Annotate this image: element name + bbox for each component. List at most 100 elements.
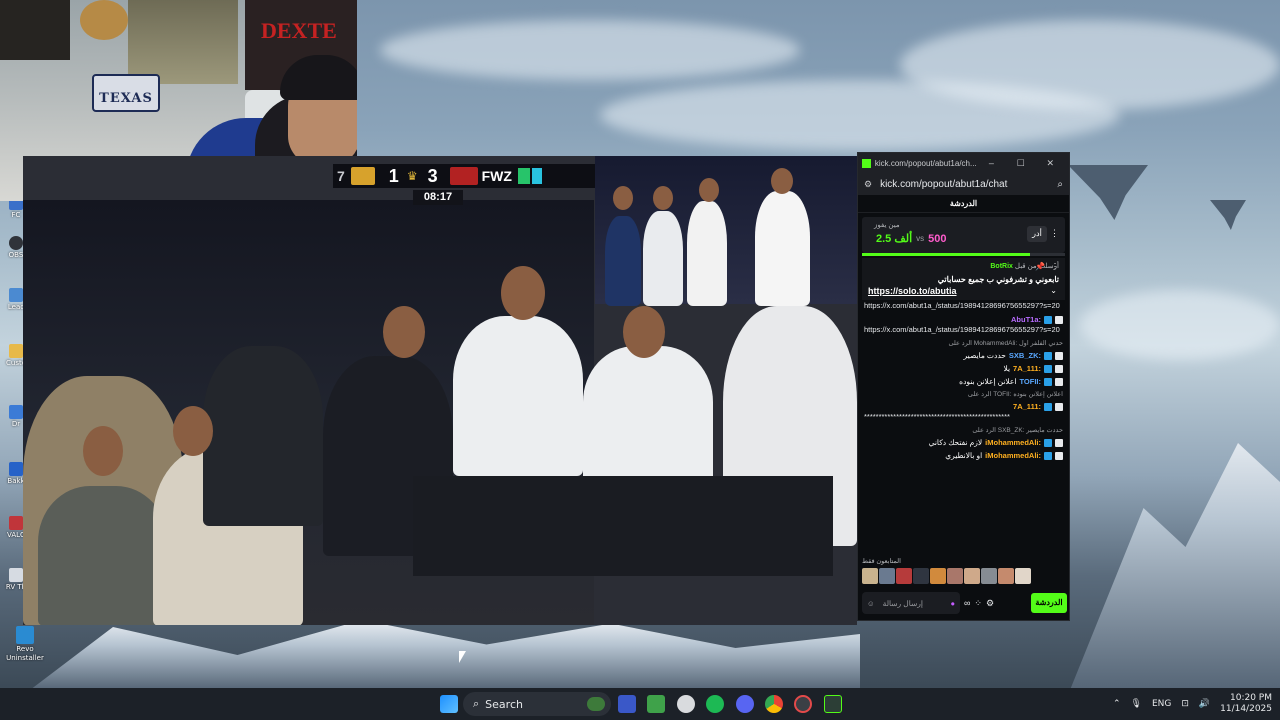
infinity-icon[interactable]: ∞ [964,598,970,608]
mic-icon[interactable]: ● [950,599,955,608]
chat-input-placeholder[interactable]: إرسال رسالة [883,599,923,608]
chevron-up-icon[interactable]: ⌃ [1113,699,1121,709]
revo-uninstaller-icon [16,626,34,644]
reply-context: الرد على MohammedAli: حدني الفلفر اول [948,340,1063,347]
avatar[interactable] [930,568,946,584]
folder-icon [9,344,23,358]
chat-link-text[interactable]: https://x.com/abut1a_/status/19894128696… [864,300,1063,311]
chat-link-text[interactable]: ****************************************… [864,411,1063,422]
avatar[interactable] [998,568,1014,584]
chat-username[interactable]: AbuT1a: [1011,315,1041,324]
pinned-user[interactable]: BotRix [990,263,1013,270]
chat-message[interactable]: اعلانن إعلانن بنوده TOFII: [864,377,1063,386]
avatar[interactable] [981,568,997,584]
kick-taskbar-icon[interactable] [824,695,842,713]
kick-chat-window[interactable]: kick.com/popout/abut1a/ch... – ☐ ✕ ⚙ kic… [857,152,1070,621]
more-options-icon[interactable]: ⋮ [1051,262,1059,271]
chrome-icon[interactable] [765,695,783,713]
chat-username[interactable]: SXB_ZK: [1009,351,1041,360]
badge-icon [1044,351,1052,360]
prediction-right-value: 500 [928,232,947,245]
face [383,306,425,358]
pinned-message[interactable]: BotRix أرسلت من قبل 📌 ⋮ تابعوني و تشرفون… [862,258,1065,300]
chat-message[interactable]: لازم نفتحك دكاني iMohammedAli: [864,438,1063,447]
stream-video[interactable] [23,156,857,625]
avatar[interactable] [879,568,895,584]
desktop-icon-label: Leac [7,303,25,311]
windows-start-icon[interactable] [440,695,458,713]
volume-icon[interactable]: 🔊 [1199,699,1210,709]
chevron-down-icon[interactable]: ⌄ [1050,286,1057,295]
language-indicator[interactable]: ENG [1152,699,1171,709]
face [699,178,719,202]
chat-username[interactable]: 7A_111: [1013,402,1041,411]
chat-link-text[interactable]: https://x.com/abut1a_/status/19894128696… [864,324,1063,335]
file-explorer-icon[interactable] [618,695,636,713]
site-settings-icon[interactable]: ⚙ [864,179,872,190]
taskbar-search[interactable]: ⌕ Search [463,692,611,716]
chat-username[interactable]: 7A_111: [1013,364,1041,373]
window-titlebar[interactable]: kick.com/popout/abut1a/ch... – ☐ ✕ [858,153,1069,173]
avatar[interactable] [1015,568,1031,584]
person [643,211,683,306]
license-plate: TEXAS [92,74,160,112]
chat-message[interactable]: 7A_111: [864,402,1063,411]
discord-icon[interactable] [736,695,754,713]
mod-icon [1055,364,1063,373]
desktop-icon-revo[interactable]: Revo Uninstaller [6,626,44,663]
team-logo-left [350,167,375,185]
chat-username[interactable]: iMohammedAli: [985,438,1041,447]
minimize-icon[interactable]: – [977,158,1006,168]
xbox-icon[interactable] [647,695,665,713]
person [583,346,713,486]
pinned-by: BotRix أرسلت من قبل [868,262,1059,270]
network-icon[interactable]: ⊡ [1181,699,1189,709]
url-text[interactable]: kick.com/popout/abut1a/chat [880,179,1007,190]
avatar[interactable] [862,568,878,584]
clock[interactable]: 10:20 PM 11/14/2025 [1220,693,1272,715]
avatar[interactable] [947,568,963,584]
settings-gear-icon[interactable]: ⚙ [986,598,994,609]
app-icon[interactable] [677,695,695,713]
spotify-icon[interactable] [706,695,724,713]
mic-icon[interactable]: 🎙 [1131,699,1142,709]
emoji-icon[interactable]: ☺ [867,599,875,608]
face [771,168,793,194]
pin-icon[interactable]: 📌 [1035,262,1045,271]
chat-input-row[interactable]: ☺ إرسال رسالة ● ∞ ⁘ ⚙ الدردشة [862,591,1067,615]
desktop-icon-label: FC [11,211,21,219]
avatar[interactable] [964,568,980,584]
chat-username[interactable]: iMohammedAli: [985,451,1041,460]
chat-message[interactable]: يلا 7A_111: [864,364,1063,373]
kick-points-icon[interactable]: ⁘ [974,598,982,609]
obs-taskbar-icon[interactable] [794,695,812,713]
zoom-icon[interactable]: ⌕ [1057,179,1063,190]
chat-message[interactable]: حددت مايصير SXB_ZK: [864,351,1063,360]
avatar[interactable] [896,568,912,584]
send-chat-button[interactable]: الدردشة [1031,593,1067,613]
chat-input[interactable]: ☺ إرسال رسالة ● [862,592,960,614]
chat-message-text: حددت مايصير [963,351,1006,360]
person [203,346,323,526]
mod-icon [1055,351,1063,360]
prediction-button[interactable]: أدر [1027,226,1047,242]
chat-message[interactable]: AbuT1a: [864,315,1063,324]
chat-message-text: اعلانن إعلانن بنوده [959,377,1017,386]
more-options-icon[interactable]: ⋮ [1050,228,1059,239]
close-icon[interactable]: ✕ [1036,158,1065,169]
address-bar[interactable]: ⚙ kick.com/popout/abut1a/chat ⌕ [858,173,1069,195]
search-icon: ⌕ [473,697,480,710]
cloud [900,20,1280,110]
chat-username[interactable]: TOFII: [1019,377,1041,386]
maximize-icon[interactable]: ☐ [1006,158,1035,169]
prediction-progress [862,253,1065,256]
team-color-flag [531,168,542,184]
pinned-link[interactable]: https://solo.to/abutia [868,286,1059,296]
badge-icon [1044,315,1052,324]
chat-messages[interactable]: https://x.com/abut1a_/status/19894128696… [858,300,1069,460]
chat-message[interactable]: او بالانطيري iMohammedAli: [864,451,1063,460]
mod-icon [1055,451,1063,460]
prediction-left-value: 2.5 ألف [876,233,913,245]
avatar[interactable] [913,568,929,584]
prediction-card[interactable]: مين يفوز 2.5 ألف vs 500 أدر ⋮ [862,217,1065,253]
